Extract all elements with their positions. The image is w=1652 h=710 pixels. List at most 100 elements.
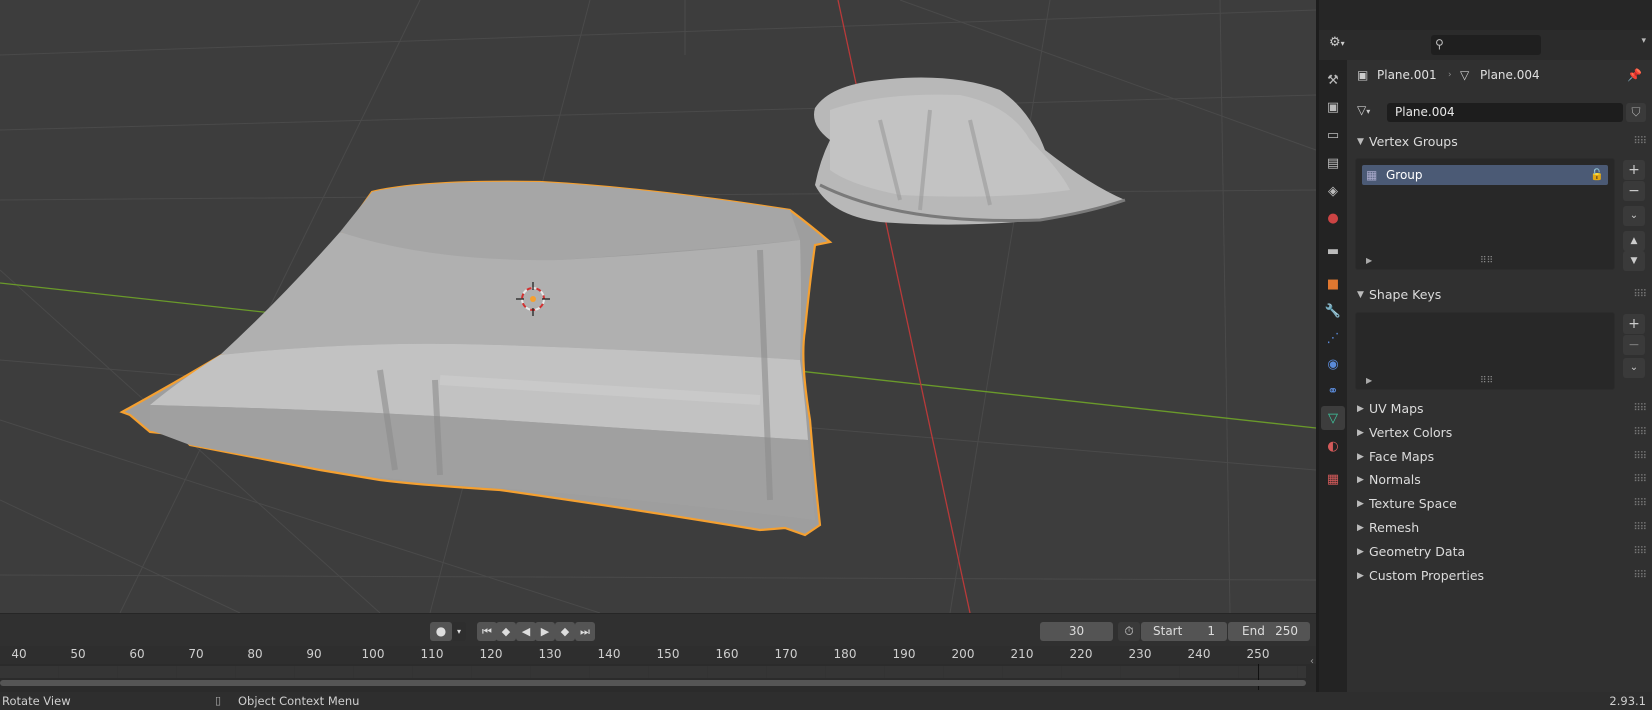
- modifier-icon: 🔧: [1324, 303, 1342, 319]
- vertex-groups-panel-header[interactable]: ▼ Vertex Groups ⠿⠿: [1347, 131, 1652, 153]
- view-layer-icon: ▤: [1326, 155, 1340, 171]
- frame-number-label: 120: [479, 647, 503, 661]
- tab-output[interactable]: ▭: [1321, 123, 1345, 147]
- move-down-button[interactable]: ▼: [1623, 251, 1645, 271]
- drag-handle-icon[interactable]: ⠿⠿: [1633, 131, 1647, 153]
- jump-end-icon: ⏭: [580, 625, 590, 638]
- keyframe-track[interactable]: [0, 666, 1306, 678]
- play-reverse-button[interactable]: ◀: [516, 622, 536, 641]
- tab-physics[interactable]: ◉: [1321, 352, 1345, 376]
- remove-shape-key-button[interactable]: −: [1623, 335, 1645, 355]
- start-frame-field[interactable]: Start 1: [1141, 622, 1227, 641]
- drag-handle-icon[interactable]: ⠿⠿: [1633, 493, 1647, 515]
- move-up-button[interactable]: ▲: [1623, 231, 1645, 251]
- pin-icon[interactable]: 📌: [1627, 68, 1642, 82]
- preview-range-toggle[interactable]: ⏱: [1118, 622, 1140, 641]
- keying-dropdown[interactable]: ▾: [452, 622, 466, 641]
- panel-header-uv-maps[interactable]: ▶ UV Maps ⠿⠿: [1347, 398, 1652, 420]
- drag-handle-icon[interactable]: ⠿⠿: [1633, 541, 1647, 563]
- chevron-right-icon: ▶: [1357, 523, 1364, 533]
- tab-view-layer[interactable]: ▤: [1321, 151, 1345, 175]
- vertex-groups-list[interactable]: ▦ Group 🔓 ▶ ⠿⠿: [1355, 158, 1615, 270]
- frame-number-label: 250: [1246, 647, 1270, 661]
- timeline-scrollbar[interactable]: [0, 680, 1306, 686]
- panel-header-geometry-data[interactable]: ▶ Geometry Data ⠿⠿: [1347, 541, 1652, 563]
- tab-object[interactable]: ■: [1321, 272, 1345, 296]
- 3d-viewport[interactable]: [0, 0, 1316, 613]
- jump-start-icon: ⏮: [482, 625, 492, 638]
- panel-title: Custom Properties: [1369, 567, 1485, 583]
- shape-key-specials-button[interactable]: ⌄: [1623, 358, 1645, 378]
- options-dropdown[interactable]: ▾: [1641, 36, 1646, 46]
- chevron-left-icon[interactable]: ‹: [1310, 656, 1314, 667]
- list-item[interactable]: ▦ Group 🔓: [1362, 165, 1608, 185]
- search-input[interactable]: ⚲: [1431, 35, 1541, 55]
- prev-keyframe-button[interactable]: ◆: [496, 622, 516, 641]
- mesh-data-icon: ▽: [1328, 410, 1338, 426]
- vertex-group-specials-button[interactable]: ⌄: [1623, 206, 1645, 226]
- jump-end-button[interactable]: ⏭: [575, 622, 595, 641]
- arrow-down-icon: ▼: [1630, 256, 1638, 266]
- add-shape-key-button[interactable]: +: [1623, 314, 1645, 334]
- shape-keys-panel-header[interactable]: ▼ Shape Keys ⠿⠿: [1347, 284, 1652, 306]
- filter-options-icon[interactable]: ▶: [1366, 256, 1372, 265]
- chevron-down-icon: ⌄: [1629, 210, 1639, 221]
- tab-particles[interactable]: ⋰: [1321, 326, 1345, 350]
- constraints-icon: ⚭: [1327, 383, 1339, 399]
- texture-icon: ▦: [1326, 471, 1340, 487]
- tab-render[interactable]: ▣: [1321, 95, 1345, 119]
- chevron-right-icon: ▶: [1357, 475, 1364, 486]
- play-button[interactable]: ▶: [535, 622, 555, 641]
- next-keyframe-button[interactable]: ◆: [555, 622, 575, 641]
- lock-icon[interactable]: 🔓: [1590, 165, 1604, 185]
- drag-handle-icon[interactable]: ⠿⠿: [1633, 446, 1647, 468]
- drag-handle-icon[interactable]: ⠿⠿: [1633, 517, 1647, 539]
- plus-icon: +: [1628, 316, 1640, 332]
- list-resize-grip[interactable]: ⠿⠿: [1480, 256, 1493, 266]
- fake-user-button[interactable]: ⛉: [1626, 103, 1646, 122]
- playhead[interactable]: [1258, 664, 1259, 690]
- timeline-ruler[interactable]: 40 50 60 70 80 90 100 110 120 130 140 150 160 170 180 1…: [0, 646, 1316, 692]
- drag-handle-icon[interactable]: ⠿⠿: [1633, 565, 1647, 587]
- list-resize-grip[interactable]: ⠿⠿: [1480, 376, 1493, 386]
- remove-vertex-group-button[interactable]: −: [1623, 181, 1645, 201]
- panel-header-remesh[interactable]: ▶ Remesh ⠿⠿: [1347, 517, 1652, 539]
- play-reverse-icon: ◀: [521, 625, 531, 638]
- panel-header-texture-space[interactable]: ▶ Texture Space ⠿⠿: [1347, 493, 1652, 515]
- drag-handle-icon[interactable]: ⠿⠿: [1633, 469, 1647, 491]
- panel-header-normals[interactable]: ▶ Normals ⠿⠿: [1347, 469, 1652, 491]
- chevron-right-icon: ▶: [1357, 404, 1364, 414]
- panel-header-face-maps[interactable]: ▶ Face Maps ⠿⠿: [1347, 446, 1652, 468]
- end-frame-field[interactable]: End 250: [1228, 622, 1310, 641]
- minus-icon: −: [1628, 337, 1640, 353]
- tab-world[interactable]: ●: [1321, 206, 1345, 230]
- frame-number-label: 160: [715, 647, 739, 661]
- drag-handle-icon[interactable]: ⠿⠿: [1633, 398, 1647, 420]
- jump-start-button[interactable]: ⏮: [477, 622, 497, 641]
- editor-type-selector[interactable]: ⚙▾: [1329, 35, 1357, 55]
- drag-handle-icon[interactable]: ⠿⠿: [1633, 284, 1647, 306]
- mesh-name-field[interactable]: Plane.004: [1387, 103, 1623, 122]
- frame-number-label: 40: [11, 647, 27, 661]
- drag-handle-icon[interactable]: ⠿⠿: [1633, 422, 1647, 444]
- tab-tool[interactable]: ⚒: [1321, 68, 1345, 92]
- pillow-back[interactable]: [814, 77, 1126, 225]
- current-frame-field[interactable]: 30: [1040, 622, 1113, 641]
- shape-keys-list[interactable]: ▶ ⠿⠿: [1355, 312, 1615, 390]
- tab-texture[interactable]: ▦: [1321, 467, 1345, 491]
- tab-mesh-data[interactable]: ▽: [1321, 406, 1345, 430]
- auto-keying-toggle[interactable]: ●: [430, 622, 452, 641]
- pillow-selected[interactable]: [119, 180, 833, 537]
- mesh-browse-button[interactable]: ▽▾: [1357, 103, 1385, 122]
- panel-header-custom-properties[interactable]: ▶ Custom Properties ⠿⠿: [1347, 565, 1652, 587]
- prev-keyframe-icon: ◆: [501, 625, 511, 638]
- tab-material[interactable]: ◐: [1321, 434, 1345, 458]
- properties-editor: ⚙▾ ⚲ ▾ ⚒ ▣ ▭ ▤ ◈ ● ▬ ■ 🔧 ⋰ ◉ ⚭ ▽ ◐ ▦ ▣ Plane.001 › ▽ P…: [1319, 0, 1652, 692]
- filter-options-icon[interactable]: ▶: [1366, 376, 1372, 385]
- tab-constraints[interactable]: ⚭: [1321, 379, 1345, 403]
- tab-modifier[interactable]: 🔧: [1321, 299, 1345, 323]
- add-vertex-group-button[interactable]: +: [1623, 160, 1645, 180]
- tab-collection[interactable]: ▬: [1321, 239, 1345, 263]
- panel-header-vertex-colors[interactable]: ▶ Vertex Colors ⠿⠿: [1347, 422, 1652, 444]
- tab-scene[interactable]: ◈: [1321, 179, 1345, 203]
